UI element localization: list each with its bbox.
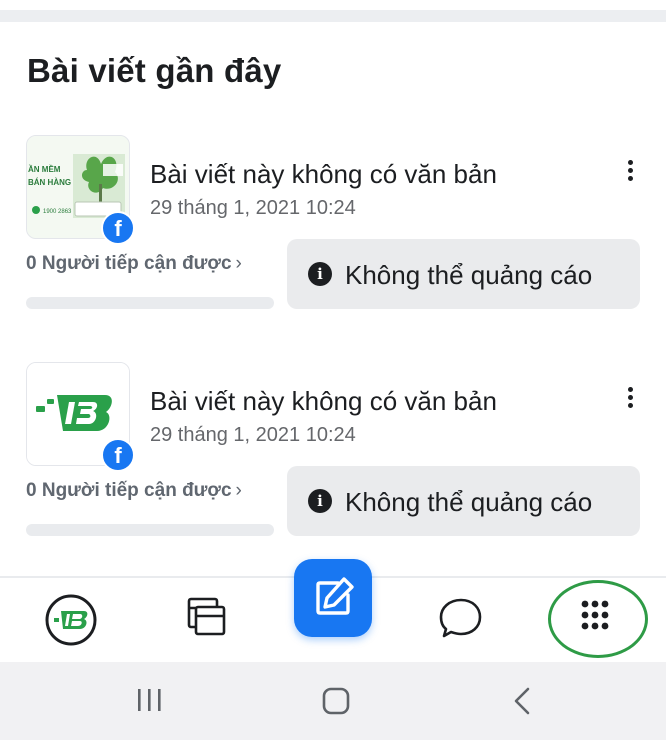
back-icon[interactable]	[514, 687, 530, 715]
reach-progress-bar	[26, 297, 274, 309]
section-title: Bài viết gần đây	[27, 52, 282, 89]
top-strip	[0, 0, 666, 10]
boost-button-label: Không thể quảng cáo	[345, 260, 593, 290]
post-date: 29 tháng 1, 2021 10:24	[150, 197, 356, 219]
post-date: 29 tháng 1, 2021 10:24	[150, 424, 356, 446]
compose-button[interactable]	[294, 559, 372, 637]
tab-messages[interactable]	[400, 578, 520, 662]
system-nav-icons	[138, 687, 530, 715]
boost-button[interactable]: i Không thể quảng cáo	[287, 239, 640, 309]
reach-label: 0 Người tiếp cận được	[26, 480, 232, 501]
boost-button[interactable]: i Không thể quảng cáo	[287, 466, 640, 536]
recent-apps-icon[interactable]	[138, 689, 161, 711]
info-icon: i	[308, 262, 332, 286]
post-card[interactable]: f Bài viết này không có văn bản 29 tháng…	[0, 362, 666, 562]
tab-page-profile[interactable]	[12, 578, 132, 662]
posts-icon	[187, 597, 226, 636]
page-logo-icon	[45, 594, 97, 646]
compose-icon	[316, 577, 354, 615]
post-card[interactable]: ẦN MỀM BÁN HÀNG 1900 2863 f Bài viết này…	[0, 135, 666, 335]
facebook-badge-icon: f	[101, 211, 135, 245]
chat-bubble-icon	[439, 598, 482, 638]
facebook-badge-icon: f	[101, 438, 135, 472]
chevron-right-icon: ›	[235, 480, 242, 501]
system-nav-bar	[0, 662, 666, 740]
ad-text-line-2: BÁN HÀNG	[28, 178, 71, 187]
reach-label: 0 Người tiếp cận được	[26, 253, 232, 274]
section-gap	[0, 10, 666, 22]
chevron-right-icon: ›	[235, 253, 242, 274]
post-title[interactable]: Bài viết này không có văn bản	[150, 159, 497, 190]
boost-button-label: Không thể quảng cáo	[345, 487, 593, 517]
more-options-icon[interactable]	[620, 387, 640, 413]
highlight-annotation	[548, 580, 648, 658]
ad-text-line-3: 1900 2863	[43, 209, 72, 215]
home-icon[interactable]	[322, 687, 350, 715]
ad-text-line-1: ẦN MỀM	[28, 164, 61, 174]
reach-link[interactable]: 0 Người tiếp cận được ›	[26, 480, 242, 502]
reach-link[interactable]: 0 Người tiếp cận được ›	[26, 253, 242, 275]
more-options-icon[interactable]	[620, 160, 640, 186]
post-title[interactable]: Bài viết này không có văn bản	[150, 386, 497, 417]
reach-progress-bar	[26, 524, 274, 536]
tab-posts[interactable]	[146, 578, 266, 662]
info-icon: i	[308, 489, 332, 513]
